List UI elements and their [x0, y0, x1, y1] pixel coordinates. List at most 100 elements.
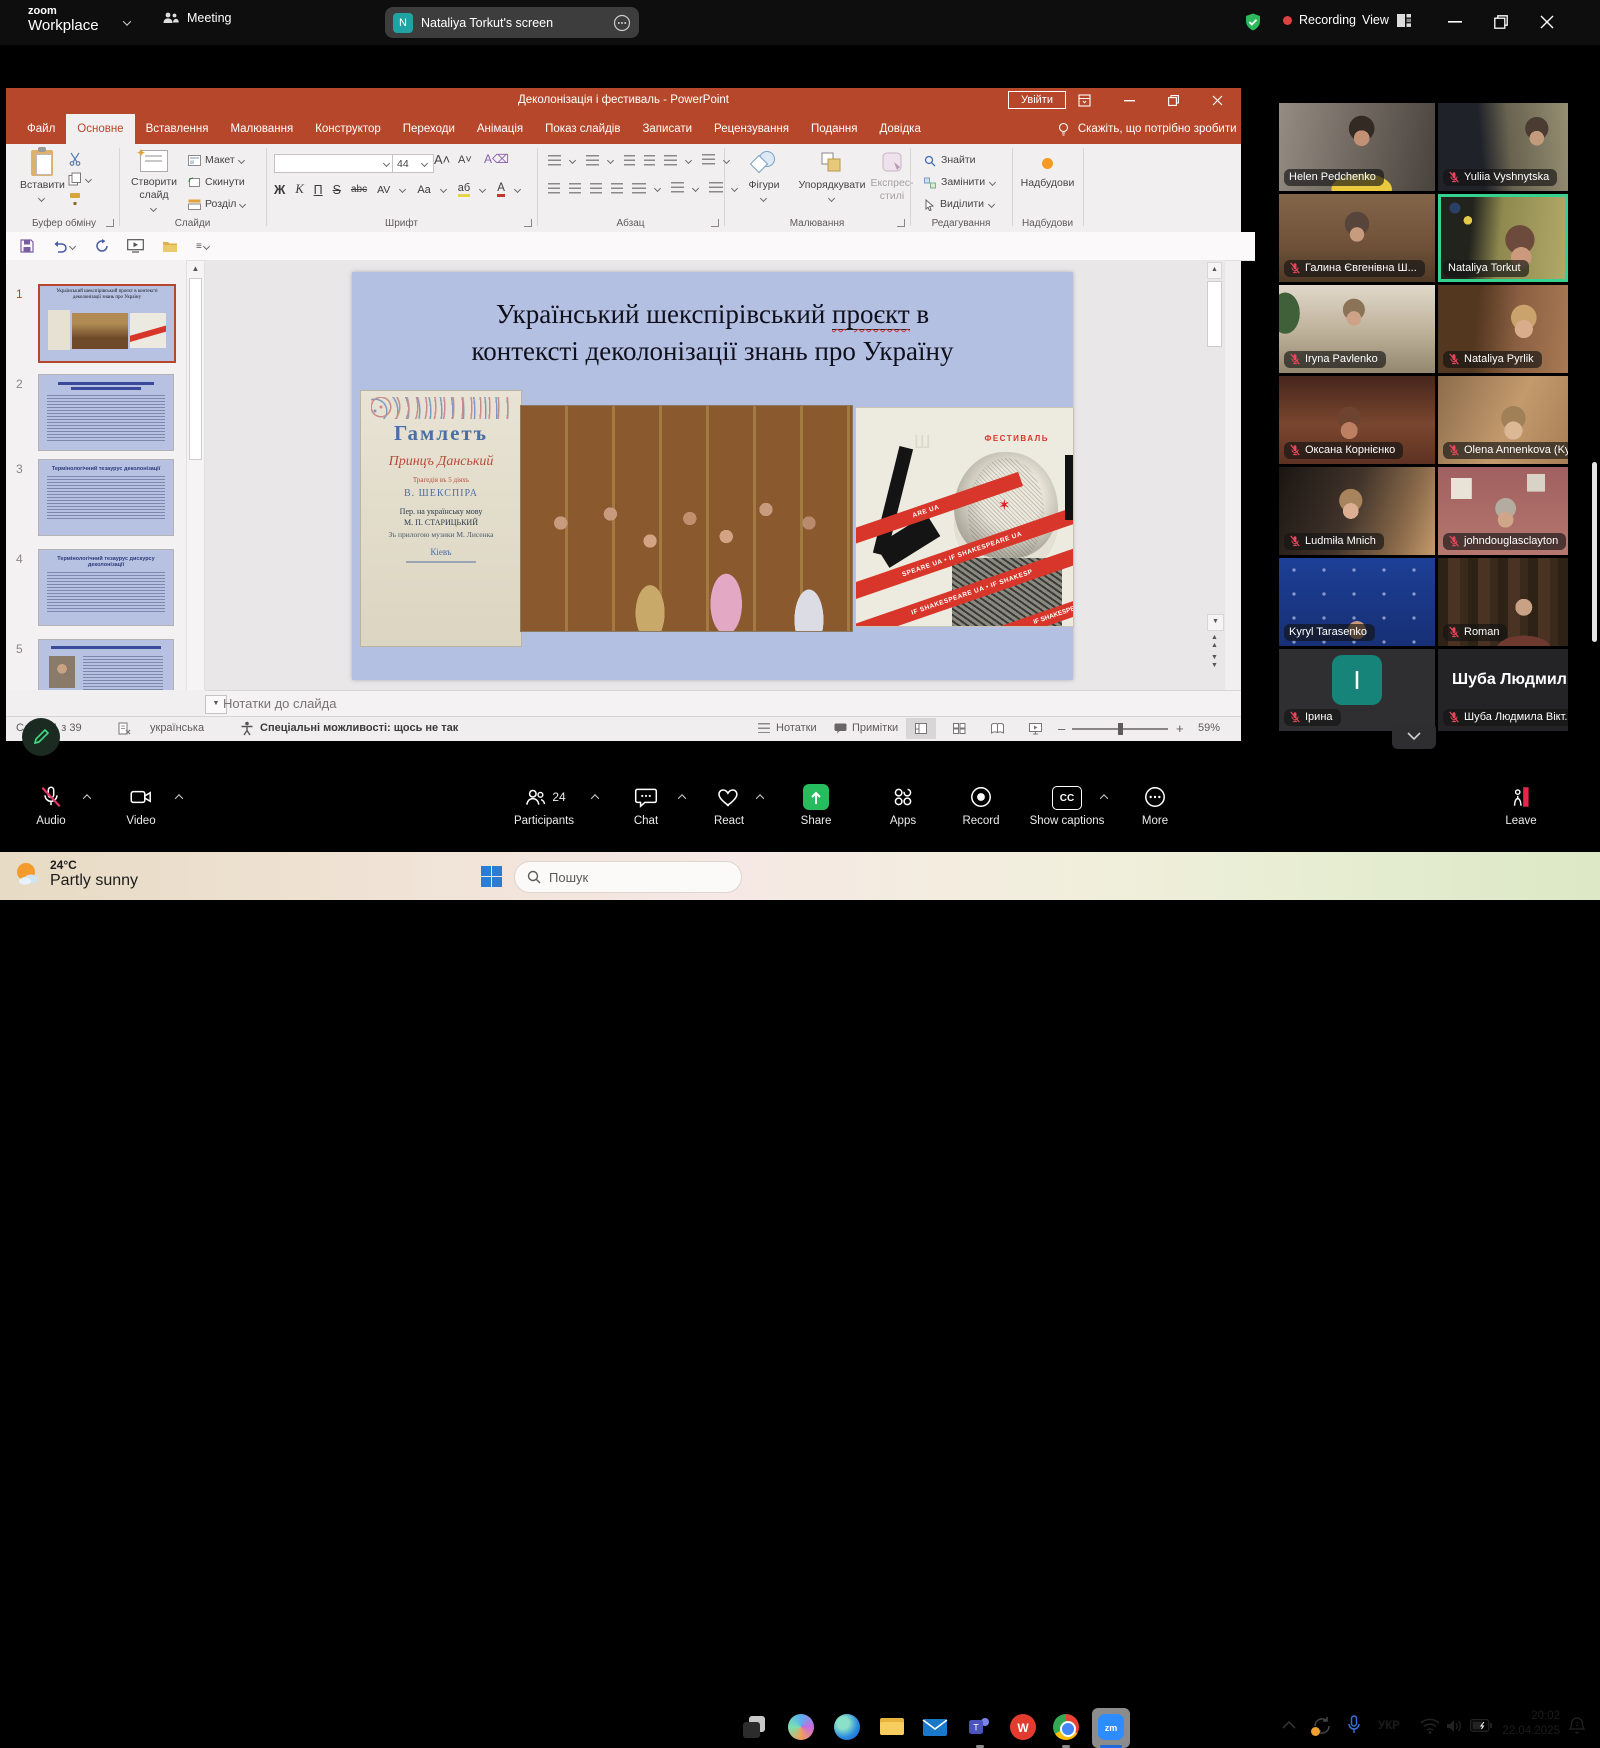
ribbon-display-icon[interactable]	[1078, 94, 1091, 107]
start-button[interactable]	[481, 866, 502, 887]
font-dialog-launcher[interactable]	[524, 219, 532, 227]
tab-draw[interactable]: Малювання	[219, 114, 304, 144]
canvas-scroll-down[interactable]: ▼	[1207, 614, 1224, 631]
wps-icon[interactable]: W	[1010, 1714, 1036, 1740]
shapes-button[interactable]: Фігури	[738, 150, 790, 204]
tab-animations[interactable]: Анімація	[466, 114, 534, 144]
font-color-button[interactable]: А	[497, 182, 505, 197]
bullets-button[interactable]	[548, 155, 561, 166]
text-direction-button[interactable]	[702, 154, 715, 167]
clear-formatting-button[interactable]: A⌫	[484, 152, 509, 166]
search-box[interactable]: Пошук	[514, 861, 742, 893]
participant-tile[interactable]: Yuliia Vyshnytska	[1438, 103, 1568, 191]
accessibility-icon[interactable]	[240, 721, 254, 736]
quick-styles-button[interactable]: Експрес- стилі	[868, 150, 916, 203]
participant-tile[interactable]: Nataliya Pyrlik	[1438, 285, 1568, 373]
thumbnail-scrollbar[interactable]: ▲	[186, 260, 205, 690]
undo-button[interactable]	[52, 240, 77, 253]
zoom-out-button[interactable]: –	[1058, 721, 1065, 736]
tab-design[interactable]: Конструктор	[304, 114, 392, 144]
redo-icon[interactable]	[95, 239, 109, 253]
audio-button[interactable]: Audio	[3, 784, 99, 827]
new-slide-button[interactable]: ✦ Створити слайд	[128, 150, 180, 214]
slide-thumbnail-2[interactable]	[38, 374, 174, 451]
grow-font-button[interactable]: A˄	[434, 152, 450, 167]
sync-tray-icon[interactable]	[1310, 1714, 1334, 1738]
mic-tray-icon[interactable]	[1346, 1714, 1362, 1738]
arrange-button[interactable]: Упорядкувати	[796, 150, 868, 204]
ppt-minimize-icon[interactable]	[1124, 100, 1135, 102]
tab-view[interactable]: Подання	[800, 114, 868, 144]
slide-thumbnail-4[interactable]: Термінологічний тезаурус дискурсу деколо…	[38, 549, 174, 626]
change-case-button[interactable]: Aa	[417, 184, 430, 196]
align-center-button[interactable]	[569, 183, 581, 194]
open-folder-icon[interactable]	[162, 240, 178, 253]
zoom-percent[interactable]: 59%	[1198, 722, 1220, 734]
increase-indent-button[interactable]	[644, 155, 655, 166]
copy-button[interactable]	[68, 172, 82, 189]
slideshow-view-button[interactable]	[1020, 718, 1050, 739]
align-right-button[interactable]	[590, 183, 602, 194]
zoom-in-button[interactable]: +	[1176, 721, 1184, 736]
scroll-up-icon[interactable]: ▲	[187, 261, 204, 276]
wifi-icon[interactable]	[1420, 1718, 1440, 1734]
reset-button[interactable]: Скинути	[188, 176, 245, 189]
copy-dropdown[interactable]	[86, 177, 93, 182]
bold-button[interactable]: Ж	[274, 183, 285, 197]
battery-icon[interactable]	[1470, 1719, 1492, 1732]
react-button[interactable]: React	[681, 784, 777, 827]
annotation-tool-badge[interactable]	[22, 718, 60, 756]
ppt-restore-icon[interactable]	[1168, 95, 1179, 106]
layout-button[interactable]: Макет	[188, 154, 246, 167]
font-size-combobox[interactable]: 44	[392, 154, 434, 173]
tab-record[interactable]: Записати	[631, 114, 703, 144]
shrink-font-button[interactable]: A˅	[458, 154, 472, 166]
previous-slide-button[interactable]: ▲▲	[1207, 634, 1222, 650]
gallery-scrollbar[interactable]	[1592, 462, 1597, 642]
participants-button[interactable]: 24 Participants	[496, 784, 592, 827]
participant-tile[interactable]: Iryna Pavlenko	[1279, 285, 1435, 373]
react-caret[interactable]	[757, 794, 767, 802]
notes-toggle[interactable]: Нотатки	[776, 722, 817, 734]
italic-button[interactable]: К	[295, 182, 303, 197]
zoom-workplace-logo[interactable]: zoom Workplace	[28, 5, 99, 34]
scrollbar-thumb[interactable]	[189, 278, 202, 460]
record-button[interactable]: Record	[933, 784, 1029, 827]
comments-toggle[interactable]: Примітки	[852, 722, 898, 734]
notification-bell-icon[interactable]: z	[1568, 1716, 1586, 1736]
kerning-button[interactable]: AV	[377, 184, 390, 196]
paste-button[interactable]: Вставити	[20, 150, 64, 204]
language-indicator[interactable]: УКР	[1378, 1720, 1400, 1732]
next-slide-button[interactable]: ▼▼	[1207, 654, 1222, 670]
tab-insert[interactable]: Вставлення	[135, 114, 220, 144]
tell-me-box[interactable]: Скажіть, що потрібно зробити	[1057, 122, 1237, 137]
save-icon[interactable]	[20, 239, 34, 253]
justify-button[interactable]	[611, 183, 623, 194]
mail-icon[interactable]	[922, 1714, 948, 1740]
view-button[interactable]: View	[1362, 13, 1411, 27]
decrease-indent-button[interactable]	[624, 155, 635, 166]
normal-view-button[interactable]	[906, 718, 936, 739]
security-shield-icon[interactable]	[1243, 12, 1263, 32]
slide-thumbnail-3[interactable]: Термінологічний тезаурус деколонізації	[38, 459, 174, 536]
restore-icon[interactable]	[1494, 15, 1508, 29]
spellcheck-icon[interactable]	[118, 722, 131, 735]
line-spacing-button[interactable]	[664, 155, 677, 166]
speaker-icon[interactable]	[1446, 1718, 1464, 1734]
ppt-close-icon[interactable]	[1212, 95, 1223, 106]
clock[interactable]: 20:02 22.04.2025	[1498, 1709, 1560, 1739]
weather-widget[interactable]: 24°C Partly sunny	[12, 858, 138, 890]
paragraph-dialog-launcher[interactable]	[711, 219, 719, 227]
teams-icon[interactable]: T	[967, 1714, 993, 1740]
video-options-caret[interactable]	[176, 794, 186, 802]
chevron-down-icon[interactable]	[120, 18, 130, 26]
section-button[interactable]: Розділ	[188, 198, 247, 211]
task-view-button[interactable]	[743, 1714, 769, 1740]
canvas-scroll-up[interactable]: ▲	[1207, 262, 1222, 279]
participant-tile[interactable]: Галина Євгенівна Ш...	[1279, 194, 1435, 282]
drawing-dialog-launcher[interactable]	[897, 219, 905, 227]
minimize-icon[interactable]	[1448, 21, 1462, 24]
language-status[interactable]: українська	[150, 722, 204, 734]
customize-qat-button[interactable]: ≡	[196, 241, 211, 252]
ppt-title-bar[interactable]: Деколонізація і фестиваль - PowerPoint У…	[6, 88, 1241, 114]
